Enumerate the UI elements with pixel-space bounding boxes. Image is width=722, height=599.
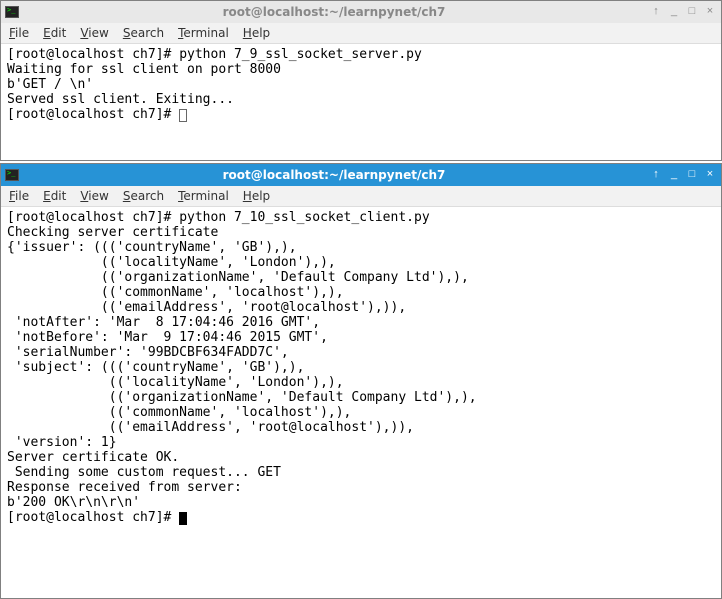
terminal-output[interactable]: [root@localhost ch7]# python 7_10_ssl_so… [1,207,721,598]
command-text: python 7_10_ssl_socket_client.py [179,210,429,225]
window-title: root@localhost:~/learnpynet/ch7 [23,168,645,182]
menu-edit[interactable]: Edit [43,189,66,203]
output-line: Response received from server: [7,480,242,495]
prompt: [root@localhost ch7]# [7,210,179,225]
output-line: 'serialNumber': '99BDCBF634FADD7C', [7,345,289,360]
output-line: Served ssl client. Exiting... [7,92,234,107]
menu-file[interactable]: File [9,26,29,40]
output-line: {'issuer': ((('countryName', 'GB'),), [7,240,297,255]
output-line: 'notAfter': 'Mar 8 17:04:46 2016 GMT', [7,315,320,330]
output-line: (('emailAddress', 'root@localhost'),)), [7,300,406,315]
prompt: [root@localhost ch7]# [7,510,179,525]
minimize-button[interactable]: _ [667,5,681,19]
maximize-button[interactable]: □ [685,168,699,182]
menu-view[interactable]: View [80,26,108,40]
cursor-icon [179,512,187,525]
output-line: (('commonName', 'localhost'),), [7,285,344,300]
titlebar[interactable]: root@localhost:~/learnpynet/ch7 ↑ _ □ × [1,164,721,186]
output-line: Waiting for ssl client on port 8000 [7,62,281,77]
close-button[interactable]: × [703,5,717,19]
output-line: (('emailAddress', 'root@localhost'),)), [7,420,414,435]
menu-file[interactable]: File [9,189,29,203]
terminal-window-2: root@localhost:~/learnpynet/ch7 ↑ _ □ × … [0,163,722,599]
menu-edit[interactable]: Edit [43,26,66,40]
menu-terminal[interactable]: Terminal [178,26,229,40]
prompt: [root@localhost ch7]# [7,47,179,62]
arrow-up-icon[interactable]: ↑ [649,5,663,19]
menu-help[interactable]: Help [243,189,270,203]
terminal-icon [5,6,19,18]
output-line: (('organizationName', 'Default Company L… [7,270,469,285]
output-line: b'GET / \n' [7,77,93,92]
menubar: File Edit View Search Terminal Help [1,23,721,44]
window-title: root@localhost:~/learnpynet/ch7 [23,5,645,19]
cursor-icon [179,109,187,122]
output-line: Sending some custom request... GET [7,465,281,480]
menubar: File Edit View Search Terminal Help [1,186,721,207]
terminal-icon [5,169,19,181]
menu-help[interactable]: Help [243,26,270,40]
output-line: Checking server certificate [7,225,218,240]
menu-view[interactable]: View [80,189,108,203]
output-line: (('localityName', 'London'),), [7,375,344,390]
prompt: [root@localhost ch7]# [7,107,179,122]
output-line: Server certificate OK. [7,450,179,465]
menu-search[interactable]: Search [123,26,164,40]
output-line: 'version': 1} [7,435,117,450]
arrow-up-icon[interactable]: ↑ [649,168,663,182]
menu-terminal[interactable]: Terminal [178,189,229,203]
maximize-button[interactable]: □ [685,5,699,19]
output-line: b'200 OK\r\n\r\n' [7,495,140,510]
output-line: (('organizationName', 'Default Company L… [7,390,477,405]
output-line: (('commonName', 'localhost'),), [7,405,351,420]
terminal-output[interactable]: [root@localhost ch7]# python 7_9_ssl_soc… [1,44,721,160]
minimize-button[interactable]: _ [667,168,681,182]
output-line: 'notBefore': 'Mar 9 17:04:46 2015 GMT', [7,330,328,345]
close-button[interactable]: × [703,168,717,182]
output-line: 'subject': ((('countryName', 'GB'),), [7,360,304,375]
command-text: python 7_9_ssl_socket_server.py [179,47,422,62]
menu-search[interactable]: Search [123,189,164,203]
output-line: (('localityName', 'London'),), [7,255,336,270]
terminal-window-1: root@localhost:~/learnpynet/ch7 ↑ _ □ × … [0,0,722,161]
titlebar[interactable]: root@localhost:~/learnpynet/ch7 ↑ _ □ × [1,1,721,23]
